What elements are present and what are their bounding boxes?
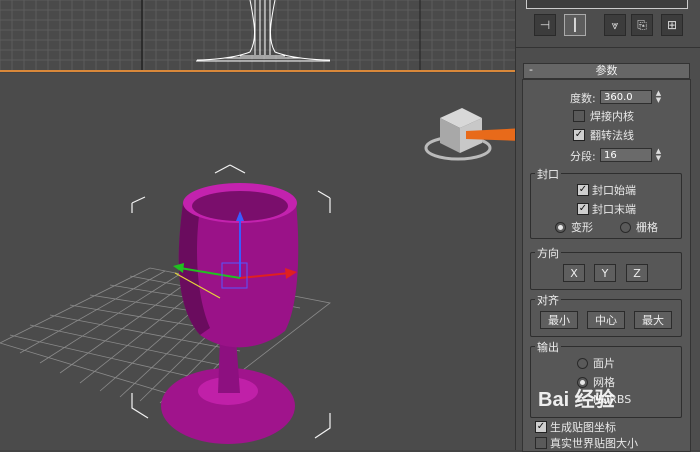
parameters-rollout-header[interactable]: - 参数	[523, 63, 690, 79]
patch-radio[interactable]	[577, 358, 588, 369]
grid-radio[interactable]	[620, 222, 631, 233]
cap-start-checkbox[interactable]: ✓	[577, 184, 589, 196]
grid-label: 栅格	[636, 221, 658, 234]
configure-icon[interactable]: ⊞	[661, 14, 683, 36]
pin-icon[interactable]: ⊣	[534, 14, 556, 36]
gen-map-coords-checkbox[interactable]: ✓	[535, 421, 547, 433]
real-world-map-checkbox[interactable]	[535, 437, 547, 449]
direction-x-button[interactable]: X	[563, 264, 585, 282]
degrees-spinner[interactable]: 360.0	[600, 90, 652, 104]
align-center-button[interactable]: 中心	[587, 311, 625, 329]
front-viewport-grid	[0, 0, 515, 70]
patch-label: 面片	[593, 357, 615, 370]
baidu-watermark: Bai 经验	[538, 389, 615, 411]
perspective-scene	[0, 108, 515, 444]
morph-label: 变形	[571, 221, 593, 234]
direction-y-button[interactable]: Y	[594, 264, 616, 282]
degrees-spinner-arrows[interactable]: ▲ ▼	[654, 90, 663, 104]
align-max-button[interactable]: 最大	[634, 311, 672, 329]
rollout-title: 参数	[595, 64, 618, 77]
gen-map-coords-label: 生成贴图坐标	[550, 421, 616, 434]
segments-spinner[interactable]: 16	[600, 148, 652, 162]
morph-radio[interactable]	[555, 222, 566, 233]
direction-z-button[interactable]: Z	[626, 264, 648, 282]
flip-normals-checkbox[interactable]: ✓	[573, 129, 585, 141]
cap-end-label: 封口末端	[592, 203, 636, 216]
flip-normals-label: 翻转法线	[590, 129, 634, 142]
output-title: 输出	[535, 339, 561, 355]
weld-core-label: 焊接内核	[590, 110, 634, 123]
cap-start-label: 封口始端	[592, 184, 636, 197]
weld-core-checkbox[interactable]	[573, 110, 585, 122]
unique-icon[interactable]: ⩔	[604, 14, 626, 36]
collapse-icon[interactable]: -	[529, 63, 533, 77]
degrees-label: 度数:	[570, 92, 596, 105]
segments-spinner-arrows[interactable]: ▲ ▼	[654, 148, 663, 162]
remove-modifier-icon[interactable]: ⎘	[631, 14, 653, 36]
perspective-viewport[interactable]	[0, 73, 515, 450]
cap-end-checkbox[interactable]: ✓	[577, 203, 589, 215]
name-field[interactable]	[526, 0, 688, 9]
real-world-map-label: 真实世界贴图大小	[550, 437, 638, 450]
align-title: 对齐	[535, 292, 561, 308]
align-min-button[interactable]: 最小	[540, 311, 578, 329]
modifier-icon[interactable]: ┃	[564, 14, 586, 36]
segments-label: 分段:	[570, 150, 596, 163]
front-viewport[interactable]	[0, 0, 515, 72]
capping-title: 封口	[535, 166, 561, 182]
direction-title: 方向	[535, 245, 561, 261]
